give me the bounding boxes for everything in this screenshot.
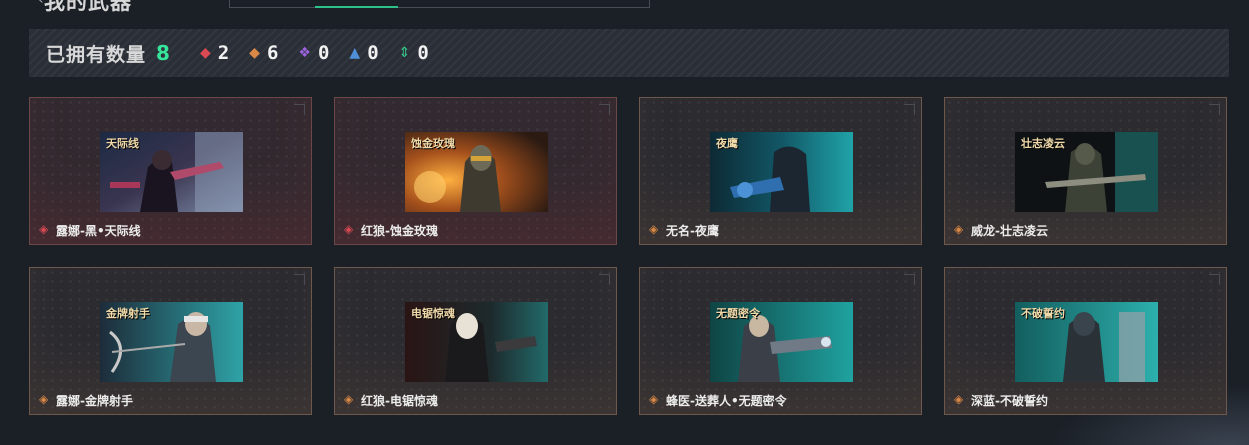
thumbnail-title: 无题密令	[716, 307, 760, 320]
orange-diamond-icon: ◈	[344, 392, 354, 406]
skin-name: 深蓝-不破誓约	[971, 394, 1048, 408]
skin-thumbnail: 无题密令	[710, 302, 853, 382]
rarity-count-blue: ▲ 0	[349, 42, 378, 64]
rarity-count-green: ⇕ 0	[399, 42, 429, 64]
skin-thumbnail: 不破誓约	[1015, 302, 1158, 382]
owned-summary-bar: 已拥有数量 8 ◆ 2 ◆ 6 ❖ 0 ▲ 0 ⇕ 0	[29, 29, 1229, 77]
rarity-count-red: ◆ 2	[200, 42, 229, 64]
skin-card[interactable]: 无题密令 ◈ 蜂医-送葬人•无题密令	[639, 267, 922, 415]
card-corner-decoration	[599, 274, 610, 285]
card-corner-decoration	[1209, 104, 1220, 115]
green-arrow-icon: ⇕	[398, 45, 411, 61]
card-corner-decoration	[599, 104, 610, 115]
thumbnail-title: 电锯惊魂	[411, 307, 455, 320]
back-icon[interactable]: ‹	[38, 0, 44, 8]
skin-name: 露娜-黑•天际线	[56, 224, 141, 238]
skin-name: 红狼-蚀金玫瑰	[361, 224, 438, 238]
rarity-count-value: 0	[417, 42, 429, 64]
orange-diamond-icon: ◈	[649, 222, 659, 236]
orange-diamond-icon: ◈	[954, 392, 964, 406]
owned-count-total: 8	[156, 41, 170, 65]
skin-thumbnail: 天际线	[100, 132, 243, 212]
purple-diamond-icon: ❖	[298, 45, 311, 61]
orange-diamond-icon: ◈	[649, 392, 659, 406]
skin-card[interactable]: 天际线 ◈ 露娜-黑•天际线	[29, 97, 312, 245]
rarity-count-value: 0	[367, 42, 379, 64]
skin-name: 红狼-电锯惊魂	[361, 394, 438, 408]
rarity-count-value: 6	[266, 42, 279, 64]
blue-triangle-icon: ▲	[349, 45, 361, 61]
card-corner-decoration	[1209, 274, 1220, 285]
card-corner-decoration	[294, 104, 305, 115]
skin-card[interactable]: 不破誓约 ◈ 深蓝-不破誓约	[944, 267, 1227, 415]
skin-card[interactable]: 夜鹰 ◈ 无名-夜鹰	[639, 97, 922, 245]
orange-diamond-icon: ◆	[249, 45, 260, 61]
thumbnail-title: 金牌射手	[106, 307, 150, 320]
thumbnail-title: 壮志凌云	[1021, 137, 1065, 150]
owned-count-label: 已拥有数量	[46, 43, 147, 66]
skin-name: 无名-夜鹰	[666, 224, 719, 238]
orange-diamond-icon: ◈	[954, 222, 964, 236]
skin-name: 露娜-金牌射手	[56, 394, 133, 408]
thumbnail-title: 夜鹰	[716, 137, 738, 150]
tab-bar[interactable]	[229, 0, 650, 8]
skin-thumbnail: 电锯惊魂	[405, 302, 548, 382]
tab-active-indicator	[315, 6, 398, 8]
card-corner-decoration	[294, 274, 305, 285]
orange-diamond-icon: ◈	[39, 392, 49, 406]
skin-thumbnail: 壮志凌云	[1015, 132, 1158, 212]
card-corner-decoration	[904, 104, 915, 115]
thumbnail-title: 蚀金玫瑰	[411, 137, 455, 150]
skin-card[interactable]: 壮志凌云 ◈ 威龙-壮志凌云	[944, 97, 1227, 245]
skin-name: 威龙-壮志凌云	[971, 224, 1048, 238]
rarity-count-value: 2	[217, 42, 230, 64]
thumbnail-title: 天际线	[106, 137, 139, 150]
rarity-count-purple: ❖ 0	[298, 42, 329, 64]
rarity-count-value: 0	[317, 42, 330, 64]
red-diamond-icon: ◈	[344, 222, 354, 236]
skin-card[interactable]: 电锯惊魂 ◈ 红狼-电锯惊魂	[334, 267, 617, 415]
thumbnail-title: 不破誓约	[1021, 307, 1065, 320]
skin-card[interactable]: 蚀金玫瑰 ◈ 红狼-蚀金玫瑰	[334, 97, 617, 245]
page-header: ‹ 我的武器	[0, 0, 1249, 14]
skin-thumbnail: 蚀金玫瑰	[405, 132, 548, 212]
rarity-count-orange: ◆ 6	[249, 42, 278, 64]
skin-card[interactable]: 金牌射手 ◈ 露娜-金牌射手	[29, 267, 312, 415]
red-diamond-icon: ◈	[39, 222, 49, 236]
skin-thumbnail: 夜鹰	[710, 132, 853, 212]
page-title: 我的武器	[44, 0, 132, 14]
red-diamond-icon: ◆	[199, 45, 211, 61]
skin-name: 蜂医-送葬人•无题密令	[666, 394, 787, 408]
card-corner-decoration	[904, 274, 915, 285]
skin-thumbnail: 金牌射手	[100, 302, 243, 382]
